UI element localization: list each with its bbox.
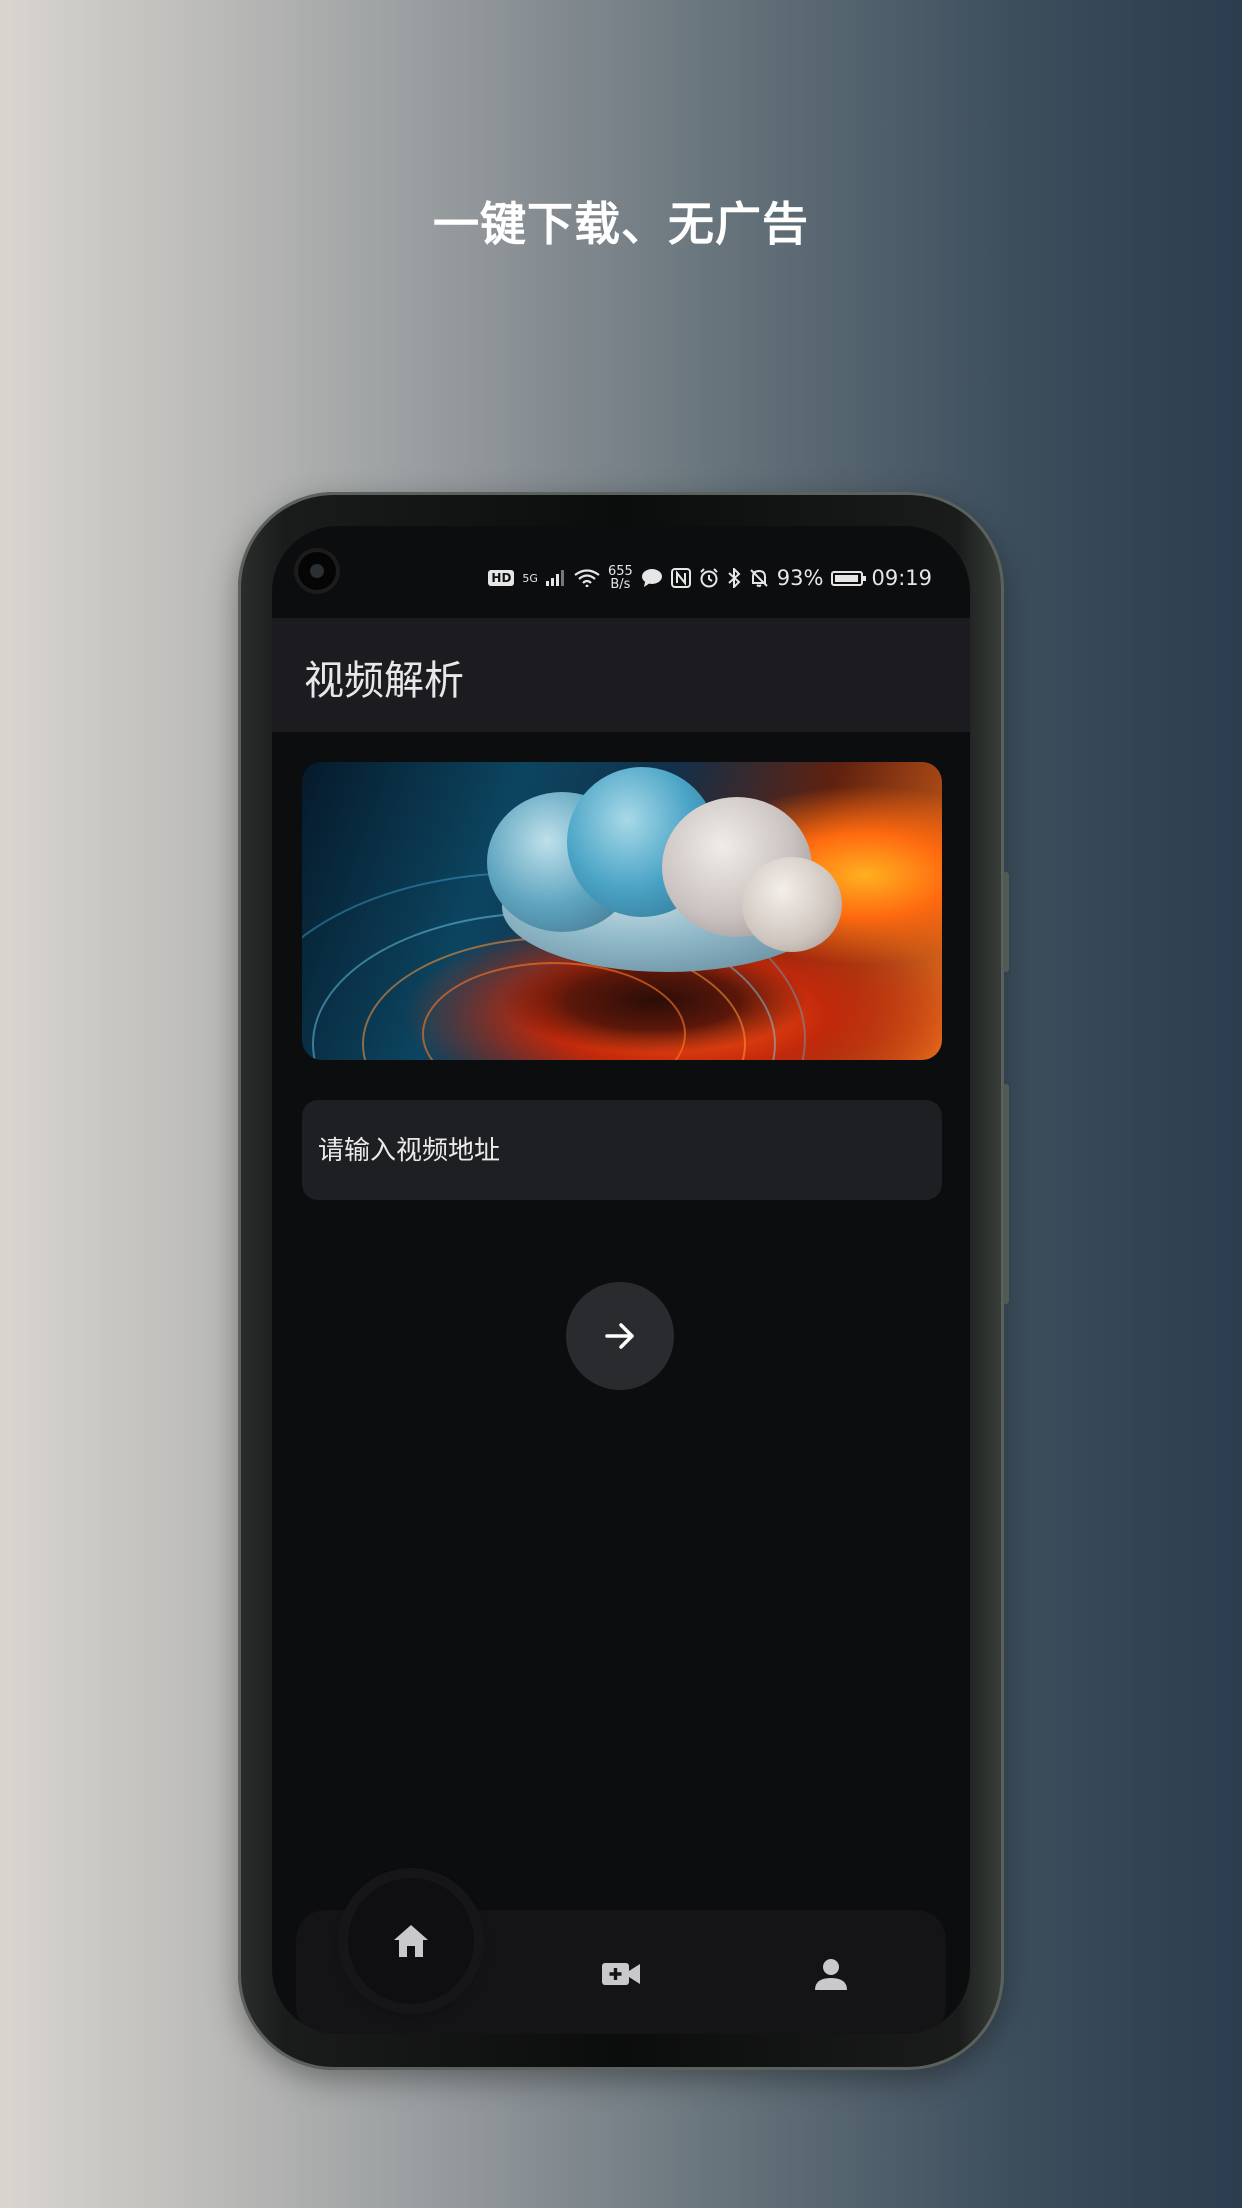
- battery-percent: 93%: [776, 566, 824, 590]
- promo-headline: 一键下载、无广告: [433, 197, 809, 251]
- net-speed: 655 B/s: [607, 564, 633, 592]
- clock: 09:19: [871, 566, 932, 590]
- person-icon: [815, 1959, 847, 1990]
- nav-home[interactable]: [348, 1878, 474, 2004]
- hd-badge: HD: [488, 570, 515, 586]
- banner-image: [302, 762, 942, 1060]
- network-type: 5G: [522, 571, 538, 585]
- nav-profile[interactable]: [796, 1944, 866, 2004]
- video-url-input[interactable]: [316, 1100, 920, 1202]
- app-bar: 视频解析: [272, 618, 970, 732]
- mute-icon: [750, 569, 768, 587]
- nfc-icon: [670, 568, 691, 588]
- front-camera: [294, 548, 340, 594]
- video-url-field[interactable]: [302, 1100, 942, 1202]
- phone-frame: HD 5G 655 B/s 93% 09:19 视频解析 请输入视频地址: [238, 492, 1009, 2070]
- phone-screen: HD 5G 655 B/s 93% 09:19 视频解析 请输入视频地址: [272, 526, 970, 2034]
- video-add-icon: [602, 1963, 640, 1985]
- status-bar: HD 5G 655 B/s 93% 09:19: [488, 560, 932, 596]
- power-button: [1003, 1084, 1009, 1304]
- alarm-icon: [700, 568, 718, 588]
- arrow-right-icon: [605, 1323, 634, 1349]
- home-icon: [394, 1925, 428, 1957]
- bottom-nav: [296, 1878, 946, 2034]
- nav-video[interactable]: [586, 1946, 656, 2002]
- battery-icon: [831, 570, 867, 586]
- bluetooth-icon: [728, 568, 741, 588]
- message-icon: [641, 569, 662, 587]
- signal-icon: [545, 570, 564, 586]
- wifi-icon: [574, 569, 600, 587]
- page-title: 视频解析: [304, 658, 464, 704]
- volume-button: [1003, 872, 1009, 972]
- parse-submit-button[interactable]: [566, 1282, 674, 1390]
